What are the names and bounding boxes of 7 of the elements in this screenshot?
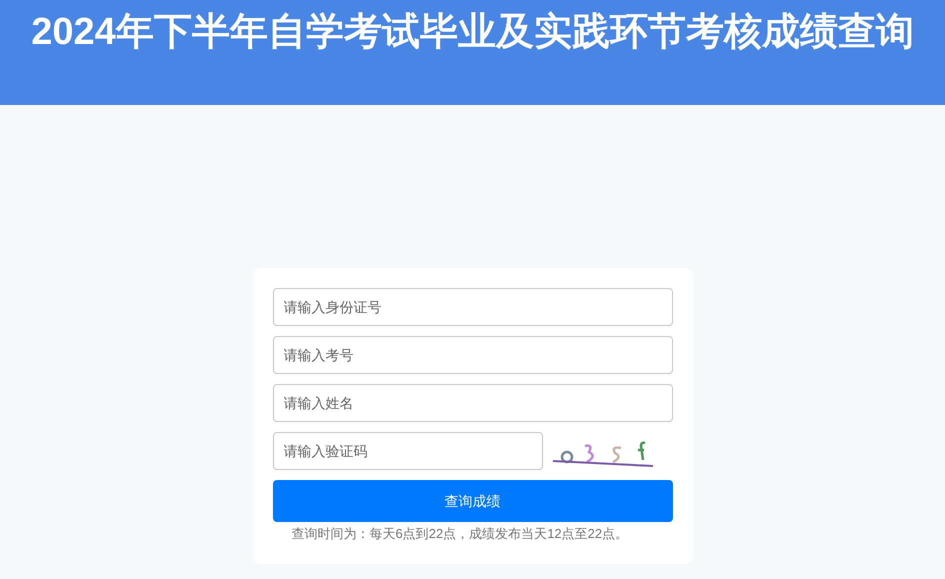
input-field[interactable]: 请输入身份证号 [272,288,672,326]
captcha-field[interactable]: 请输入验证码 [272,432,542,470]
page-title: 2024年下半年自学考试毕业及实践环节考核成绩查询 [31,10,914,55]
input-field[interactable]: 请输入姓名 [272,384,672,422]
input-field[interactable]: 请输入考号 [272,336,672,374]
submit-button[interactable]: 查询成绩 [272,480,672,522]
query-time-note: 查询时间为：每天6点到22点，成绩发布当天12点至22点。 [290,525,630,543]
